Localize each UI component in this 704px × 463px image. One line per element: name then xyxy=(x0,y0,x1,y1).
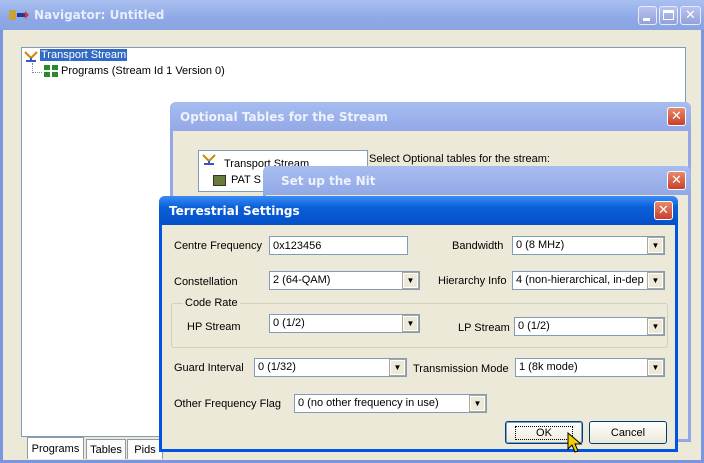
optional-tree-child[interactable]: PAT S xyxy=(231,174,261,186)
transmission-mode-label: Transmission Mode xyxy=(413,363,509,375)
constellation-select[interactable]: 2 (64-QAM) ▼ xyxy=(269,271,420,290)
close-button[interactable]: ✕ xyxy=(680,6,701,25)
chevron-down-icon[interactable]: ▼ xyxy=(469,395,486,412)
close-icon: ✕ xyxy=(658,203,669,218)
tab-tables-label: Tables xyxy=(90,443,122,456)
guard-interval-label: Guard Interval xyxy=(174,362,244,374)
hp-stream-value: 0 (1/2) xyxy=(273,317,305,329)
hp-stream-select[interactable]: 0 (1/2) ▼ xyxy=(269,314,420,333)
guard-interval-value: 0 (1/32) xyxy=(258,361,296,373)
centre-frequency-label: Centre Frequency xyxy=(174,240,263,252)
centre-frequency-input[interactable]: 0x123456 xyxy=(269,236,408,255)
tab-pids[interactable]: Pids xyxy=(127,439,163,459)
transmission-mode-value: 1 (8k mode) xyxy=(519,361,578,373)
terrestrial-title: Terrestrial Settings xyxy=(169,203,300,218)
terrestrial-settings-dialog: Terrestrial Settings ✕ Centre Frequency … xyxy=(159,196,678,452)
maximize-icon xyxy=(663,10,674,20)
other-frequency-label: Other Frequency Flag xyxy=(174,398,281,410)
code-rate-label: Code Rate xyxy=(183,297,240,309)
app-icon xyxy=(8,8,30,22)
terrestrial-close-button[interactable]: ✕ xyxy=(654,201,673,220)
transport-stream-icon xyxy=(24,51,38,66)
pat-icon xyxy=(213,175,226,186)
tab-tables[interactable]: Tables xyxy=(86,439,126,459)
terrestrial-titlebar[interactable]: Terrestrial Settings ✕ xyxy=(159,196,678,225)
chevron-down-icon[interactable]: ▼ xyxy=(647,272,664,289)
hierarchy-info-value: 4 (non-hierarchical, in-dep xyxy=(516,274,644,286)
programs-icon xyxy=(44,65,58,80)
nit-title: Set up the Nit xyxy=(281,173,376,188)
tab-programs-label: Programs xyxy=(31,442,80,455)
optional-tables-instruction: Select Optional tables for the stream: xyxy=(369,153,550,165)
constellation-value: 2 (64-QAM) xyxy=(273,274,331,286)
chevron-down-icon[interactable]: ▼ xyxy=(647,318,664,335)
close-icon: ✕ xyxy=(671,109,682,124)
chevron-down-icon[interactable]: ▼ xyxy=(402,315,419,332)
tab-programs[interactable]: Programs xyxy=(27,437,84,459)
other-frequency-value: 0 (no other frequency in use) xyxy=(298,397,439,409)
minimize-icon xyxy=(643,18,650,21)
maximize-button[interactable] xyxy=(659,6,678,25)
chevron-down-icon[interactable]: ▼ xyxy=(389,359,406,376)
mouse-cursor-icon xyxy=(567,431,585,457)
cancel-label: Cancel xyxy=(610,426,646,439)
other-frequency-select[interactable]: 0 (no other frequency in use) ▼ xyxy=(294,394,487,413)
hp-stream-label: HP Stream xyxy=(187,321,241,333)
cancel-button[interactable]: Cancel xyxy=(589,421,667,444)
hierarchy-info-select[interactable]: 4 (non-hierarchical, in-dep ▼ xyxy=(512,271,665,290)
nit-titlebar[interactable]: Set up the Nit ✕ xyxy=(263,166,691,195)
tab-pids-label: Pids xyxy=(134,443,156,456)
navigator-titlebar[interactable]: Navigator: Untitled ✕ xyxy=(0,0,704,30)
close-icon: ✕ xyxy=(685,8,696,23)
hierarchy-info-label: Hierarchy Info xyxy=(438,275,507,287)
close-icon: ✕ xyxy=(671,173,682,188)
optional-tables-title: Optional Tables for the Stream xyxy=(180,109,388,124)
ok-label: OK xyxy=(515,425,573,440)
minimize-button[interactable] xyxy=(638,6,657,25)
lp-stream-label: LP Stream xyxy=(458,322,510,334)
chevron-down-icon[interactable]: ▼ xyxy=(402,272,419,289)
guard-interval-select[interactable]: 0 (1/32) ▼ xyxy=(254,358,407,377)
transmission-mode-select[interactable]: 1 (8k mode) ▼ xyxy=(515,358,665,377)
tree-programs-item[interactable]: Programs (Stream Id 1 Version 0) xyxy=(61,65,225,77)
transport-stream-icon xyxy=(202,154,216,169)
nit-close-button[interactable]: ✕ xyxy=(667,171,686,190)
tree-root-item[interactable]: Transport Stream xyxy=(40,49,128,61)
chevron-down-icon[interactable]: ▼ xyxy=(647,237,664,254)
bandwidth-value: 0 (8 MHz) xyxy=(516,239,565,251)
lp-stream-value: 0 (1/2) xyxy=(518,320,550,332)
optional-tables-close-button[interactable]: ✕ xyxy=(667,107,686,126)
bandwidth-select[interactable]: 0 (8 MHz) ▼ xyxy=(512,236,665,255)
lp-stream-select[interactable]: 0 (1/2) ▼ xyxy=(514,317,665,336)
tree-connector-h xyxy=(32,72,42,74)
navigator-title: Navigator: Untitled xyxy=(34,8,165,22)
bandwidth-label: Bandwidth xyxy=(452,240,504,252)
optional-tables-titlebar[interactable]: Optional Tables for the Stream ✕ xyxy=(170,102,691,131)
constellation-label: Constellation xyxy=(174,276,238,288)
chevron-down-icon[interactable]: ▼ xyxy=(647,359,664,376)
